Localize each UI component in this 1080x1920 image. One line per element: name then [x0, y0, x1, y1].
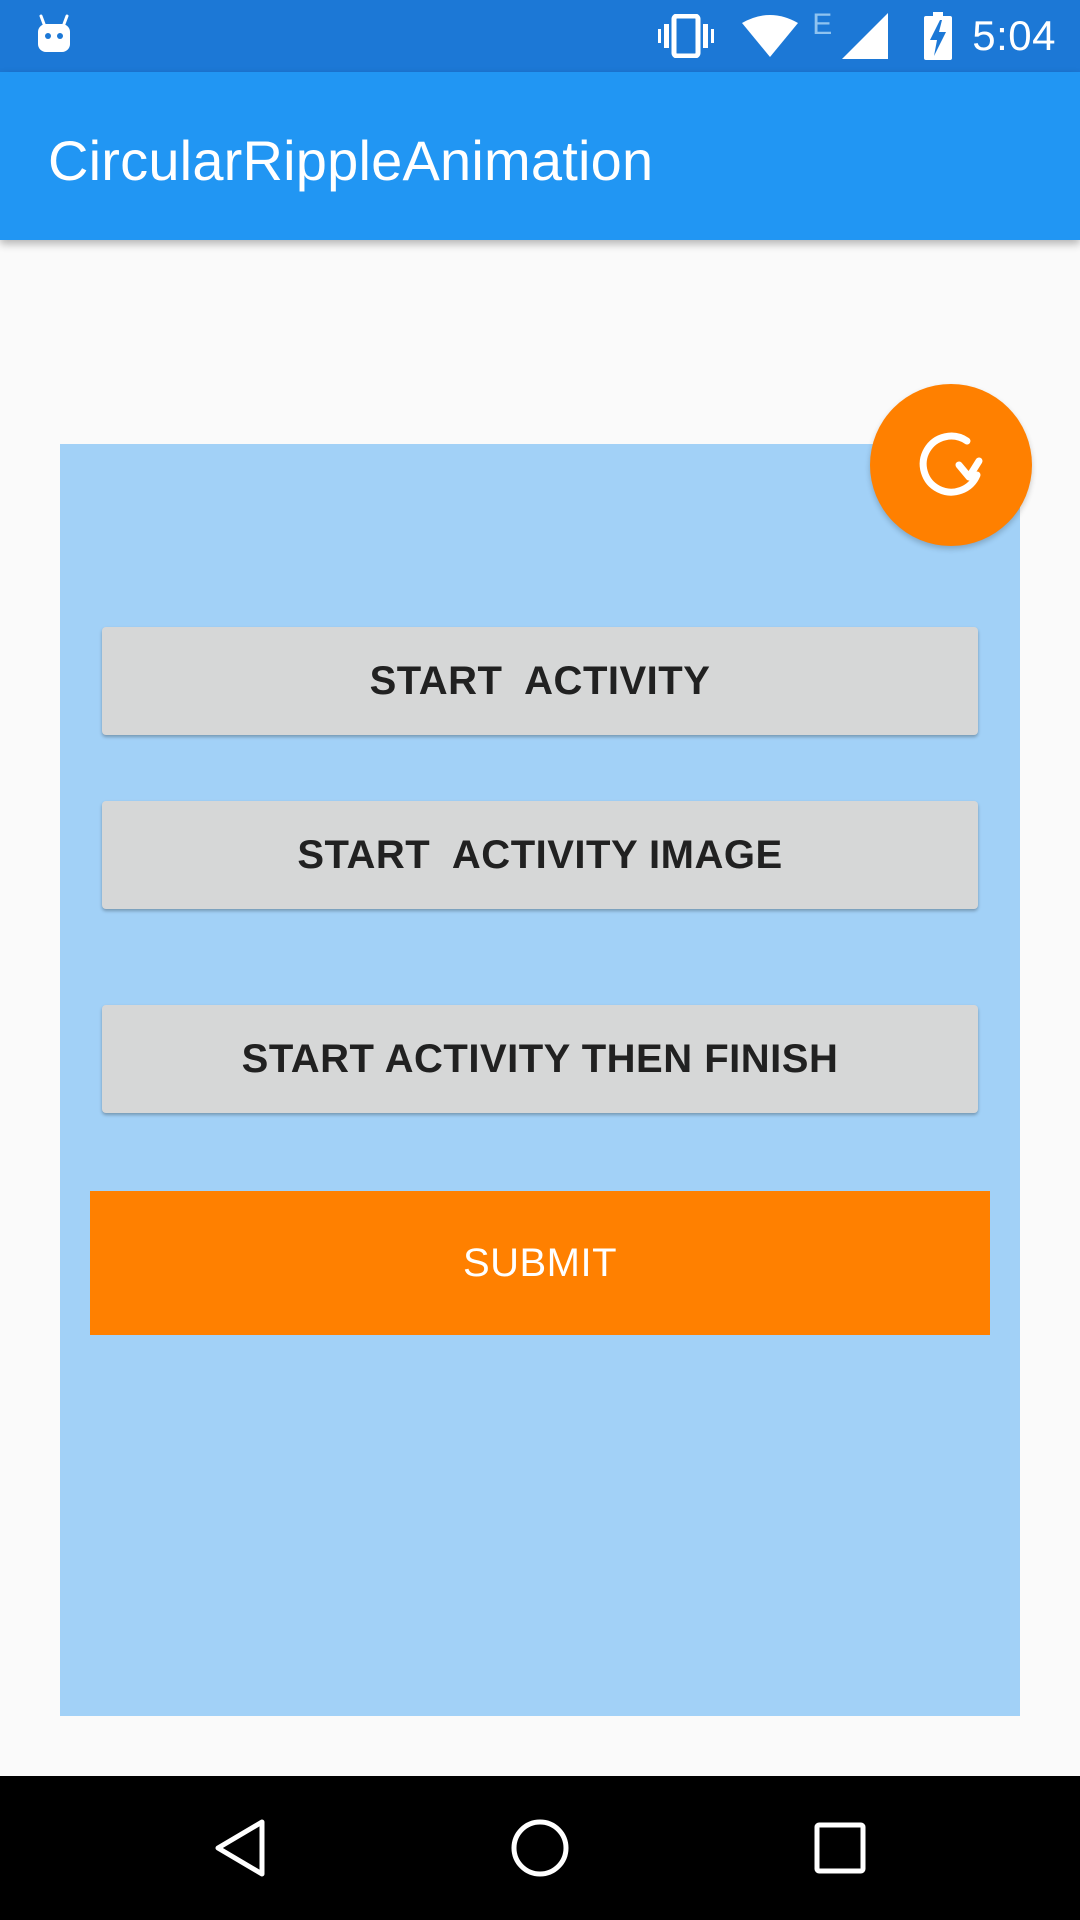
battery-charging-icon	[924, 12, 953, 60]
home-icon	[510, 1818, 570, 1878]
status-bar: E 5:04	[0, 0, 1080, 72]
vibrate-icon	[658, 14, 715, 58]
start-activity-button[interactable]: START ACTIVITY	[102, 627, 978, 735]
back-button[interactable]	[204, 1812, 276, 1884]
back-icon	[212, 1818, 268, 1878]
submit-button[interactable]: SUBMIT	[90, 1191, 990, 1335]
recents-icon	[814, 1822, 866, 1874]
nav-bar	[0, 1776, 1080, 1920]
status-time: 5:04	[972, 12, 1056, 59]
content-panel: START ACTIVITY START ACTIVITY IMAGE STAR…	[60, 444, 1020, 1716]
home-button[interactable]	[504, 1812, 576, 1884]
start-activity-image-button[interactable]: START ACTIVITY IMAGE	[102, 801, 978, 909]
app-title: CircularRippleAnimation	[48, 129, 654, 192]
refresh-fab[interactable]	[870, 384, 1032, 546]
start-activity-then-finish-button[interactable]: START ACTIVITY THEN FINISH	[102, 1005, 978, 1113]
network-type-icon: E	[812, 8, 832, 42]
refresh-icon	[909, 423, 993, 507]
cell-signal-icon	[842, 13, 889, 59]
wifi-icon	[742, 15, 799, 57]
app-bar: CircularRippleAnimation	[0, 72, 1080, 240]
screen: E 5:04 CircularRippleAnimation START ACT…	[0, 0, 1080, 1920]
network-type-label: E	[812, 8, 833, 41]
status-icons: E 5:04	[658, 0, 1056, 72]
android-icon	[36, 14, 72, 54]
recents-button[interactable]	[804, 1812, 876, 1884]
